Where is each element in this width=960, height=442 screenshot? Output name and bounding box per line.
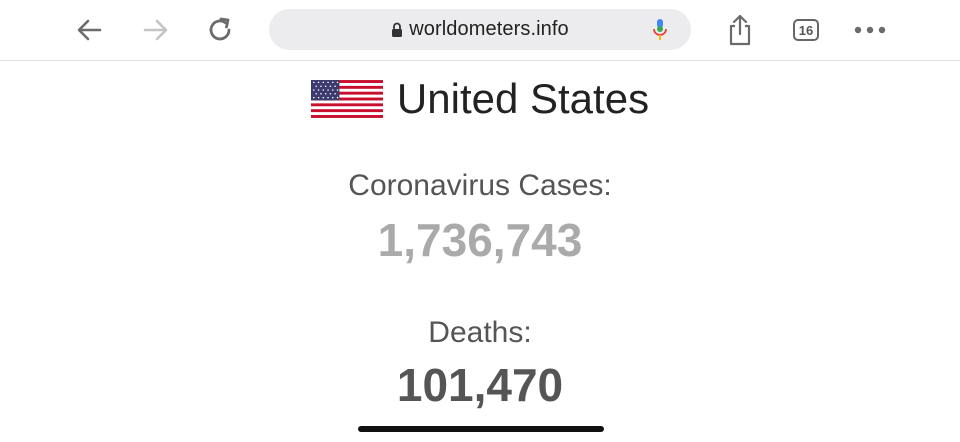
lock-icon: [392, 22, 403, 37]
us-flag-icon: [310, 80, 383, 118]
share-button[interactable]: [720, 10, 760, 50]
forward-button[interactable]: [135, 10, 175, 50]
voice-search-button[interactable]: [652, 18, 668, 47]
url-text: worldometers.info: [409, 18, 569, 40]
deaths-value: 101,470: [396, 359, 564, 411]
country-title: United States: [396, 75, 650, 122]
home-indicator[interactable]: [358, 426, 604, 432]
forward-arrow-icon: [143, 19, 168, 41]
deaths-label: Deaths:: [428, 316, 532, 349]
address-bar[interactable]: worldometers.info: [269, 9, 691, 50]
share-icon: [729, 14, 751, 46]
more-icon: [854, 26, 886, 34]
reload-button[interactable]: [200, 10, 240, 50]
more-button[interactable]: [850, 10, 890, 50]
cases-value: 1,736,743: [377, 214, 583, 266]
address-content: worldometers.info: [269, 9, 691, 50]
tabs-button[interactable]: 16: [786, 10, 826, 50]
back-button[interactable]: [70, 10, 110, 50]
reload-icon: [209, 17, 231, 41]
cases-label: Coronavirus Cases:: [348, 169, 612, 202]
microphone-icon: [653, 19, 667, 40]
tabs-icon: 16: [793, 19, 819, 41]
country-header: United States: [0, 69, 960, 129]
back-arrow-icon: [77, 19, 102, 41]
page-content: United States Coronavirus Cases: 1,736,7…: [0, 61, 960, 442]
browser-toolbar: worldometers.info 16: [0, 0, 960, 61]
